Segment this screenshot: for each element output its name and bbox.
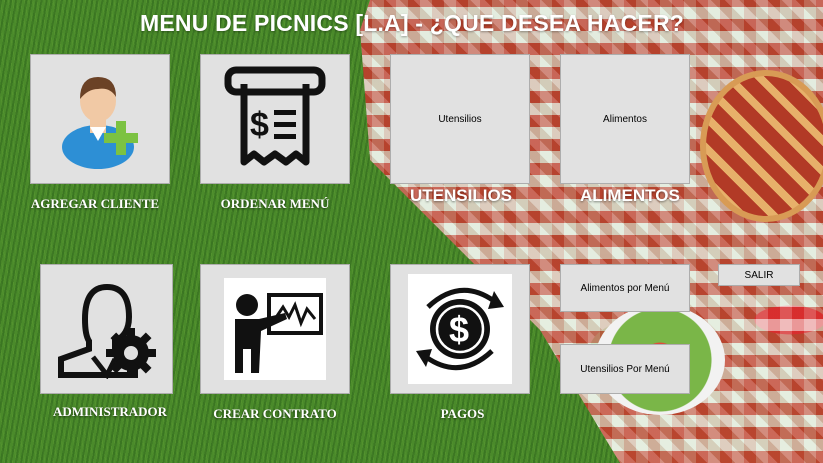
ordenar-menu-button[interactable]: $ (200, 54, 350, 184)
presentation-icon-frame (224, 278, 326, 380)
administrador-caption: ADMINISTRADOR (52, 404, 168, 419)
dollar-cycle-icon: $ (416, 287, 504, 371)
ordenar-menu-caption: ORDENAR MENÚ (220, 196, 330, 211)
window-title: MENU DE PICNICS [L.A] - ¿QUE DESEA HACER… (140, 10, 685, 36)
admin-gear-icon (57, 283, 156, 379)
administrador-button[interactable] (40, 264, 173, 394)
pagos-caption: PAGOS (440, 406, 485, 421)
dollar-cycle-icon-frame: $ (408, 274, 512, 384)
utensilios-button[interactable]: Utensilios (390, 54, 530, 184)
agregar-cliente-caption: AGREGAR CLIENTE (30, 196, 160, 211)
svg-text:$: $ (250, 106, 269, 144)
agregar-cliente-button[interactable] (30, 54, 170, 184)
alimentos-button[interactable]: Alimentos (560, 54, 690, 184)
utensilios-por-menu-button[interactable]: Utensilios Por Menú (560, 344, 690, 394)
presentation-icon (235, 293, 323, 373)
crear-contrato-button[interactable] (200, 264, 350, 394)
alimentos-button-label: Alimentos (603, 113, 647, 125)
pagos-button[interactable]: $ (390, 264, 530, 394)
utensilios-button-label: Utensilios (438, 113, 482, 125)
user-add-icon (62, 77, 138, 169)
salir-button[interactable]: SALIR (718, 264, 800, 286)
receipt-dollar-icon: $ (224, 66, 326, 166)
crear-contrato-caption: CREAR CONTRATO (213, 406, 337, 421)
alimentos-por-menu-button[interactable]: Alimentos por Menú (560, 264, 690, 312)
svg-text:$: $ (449, 309, 469, 350)
utensilios-caption: UTENSILIOS (410, 186, 513, 205)
pie-decoration (700, 70, 823, 222)
alimentos-caption: ALIMENTOS (580, 186, 680, 205)
